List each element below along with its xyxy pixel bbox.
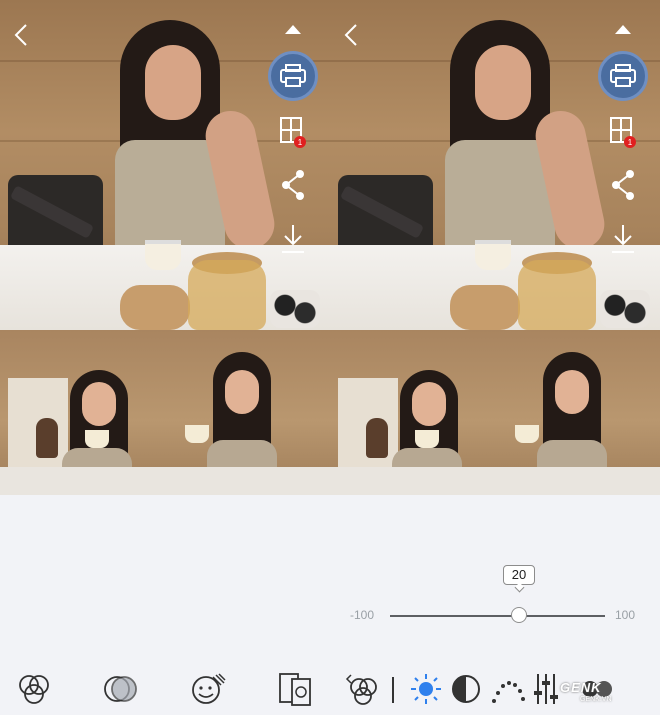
download-button[interactable] xyxy=(278,222,308,256)
share-icon xyxy=(612,170,634,200)
thumbnail-2[interactable] xyxy=(495,330,660,495)
collage-icon: 1 xyxy=(610,117,636,148)
thumbnail-strip xyxy=(0,330,330,495)
photo-edit-screen: 1 1 20 -100 100 GENK GENK.VN xyxy=(0,0,660,715)
overlay-icon xyxy=(104,676,137,702)
table xyxy=(0,467,165,495)
back-button[interactable] xyxy=(10,22,34,48)
mug xyxy=(415,430,439,448)
share-button[interactable] xyxy=(608,168,638,202)
person-face xyxy=(82,382,116,426)
face-beauty-button[interactable] xyxy=(190,671,226,707)
download-button[interactable] xyxy=(608,222,638,256)
watermark-subtext: GENK.VN xyxy=(580,696,612,703)
collage-button[interactable]: 1 xyxy=(278,116,308,150)
curve-button[interactable] xyxy=(490,671,526,707)
share-button[interactable] xyxy=(278,168,308,202)
collage-button[interactable]: 1 xyxy=(608,116,638,150)
intensity-slider: 20 -100 100 xyxy=(345,560,645,630)
chevron-left-icon xyxy=(344,24,357,46)
collapse-button[interactable] xyxy=(612,22,634,36)
download-icon xyxy=(612,225,634,253)
face-beauty-icon xyxy=(192,673,226,704)
back-button[interactable] xyxy=(340,22,364,48)
printer-icon xyxy=(610,64,636,87)
poster xyxy=(8,378,68,468)
table xyxy=(495,467,660,495)
thumbnail-1[interactable] xyxy=(330,330,495,495)
slider-min-label: -100 xyxy=(350,608,375,622)
slider-max-label: 100 xyxy=(615,608,636,622)
mug xyxy=(85,430,109,448)
poster xyxy=(338,378,398,468)
person-face xyxy=(555,370,589,414)
toolbar-separator xyxy=(392,677,394,703)
badge-count: 1 xyxy=(628,138,633,147)
slider-track[interactable] xyxy=(390,615,605,617)
watermark-logo: GENK xyxy=(560,680,602,695)
overlay-button[interactable] xyxy=(102,671,138,707)
contrast-icon xyxy=(452,675,480,703)
print-button[interactable] xyxy=(598,51,648,101)
thumbnail-2[interactable] xyxy=(165,330,330,495)
download-icon xyxy=(282,225,304,253)
collage-icon: 1 xyxy=(280,117,306,148)
back-filter-icon xyxy=(345,674,377,705)
thumbnail-1[interactable] xyxy=(0,330,165,495)
slider-knob[interactable] xyxy=(511,607,527,623)
printer-icon xyxy=(280,64,306,87)
right-panel: 1 xyxy=(330,0,660,495)
table xyxy=(165,467,330,495)
table xyxy=(330,467,495,495)
share-icon xyxy=(282,170,304,200)
filter-button[interactable] xyxy=(16,671,52,707)
chevron-up-icon xyxy=(285,25,301,34)
brightness-button[interactable] xyxy=(408,671,444,707)
person-face xyxy=(225,370,259,414)
left-panel: 1 xyxy=(0,0,330,495)
mug xyxy=(515,425,539,443)
overlay-controls: 1 xyxy=(330,0,660,330)
curve-icon xyxy=(492,681,525,703)
print-button[interactable] xyxy=(268,51,318,101)
contrast-button[interactable] xyxy=(448,671,484,707)
slider-value: 20 xyxy=(503,565,535,585)
mug xyxy=(185,425,209,443)
brightness-icon xyxy=(411,674,441,704)
frame-icon xyxy=(279,673,311,706)
collapse-button[interactable] xyxy=(282,22,304,36)
person-face xyxy=(412,382,446,426)
thumbnail-strip xyxy=(330,330,660,495)
badge-count: 1 xyxy=(298,138,303,147)
frame-button[interactable] xyxy=(278,671,314,707)
overlay-controls: 1 xyxy=(0,0,330,330)
chevron-left-icon xyxy=(14,24,27,46)
filter-icon xyxy=(19,675,49,704)
chevron-up-icon xyxy=(615,25,631,34)
back-filter-button[interactable] xyxy=(345,671,381,707)
